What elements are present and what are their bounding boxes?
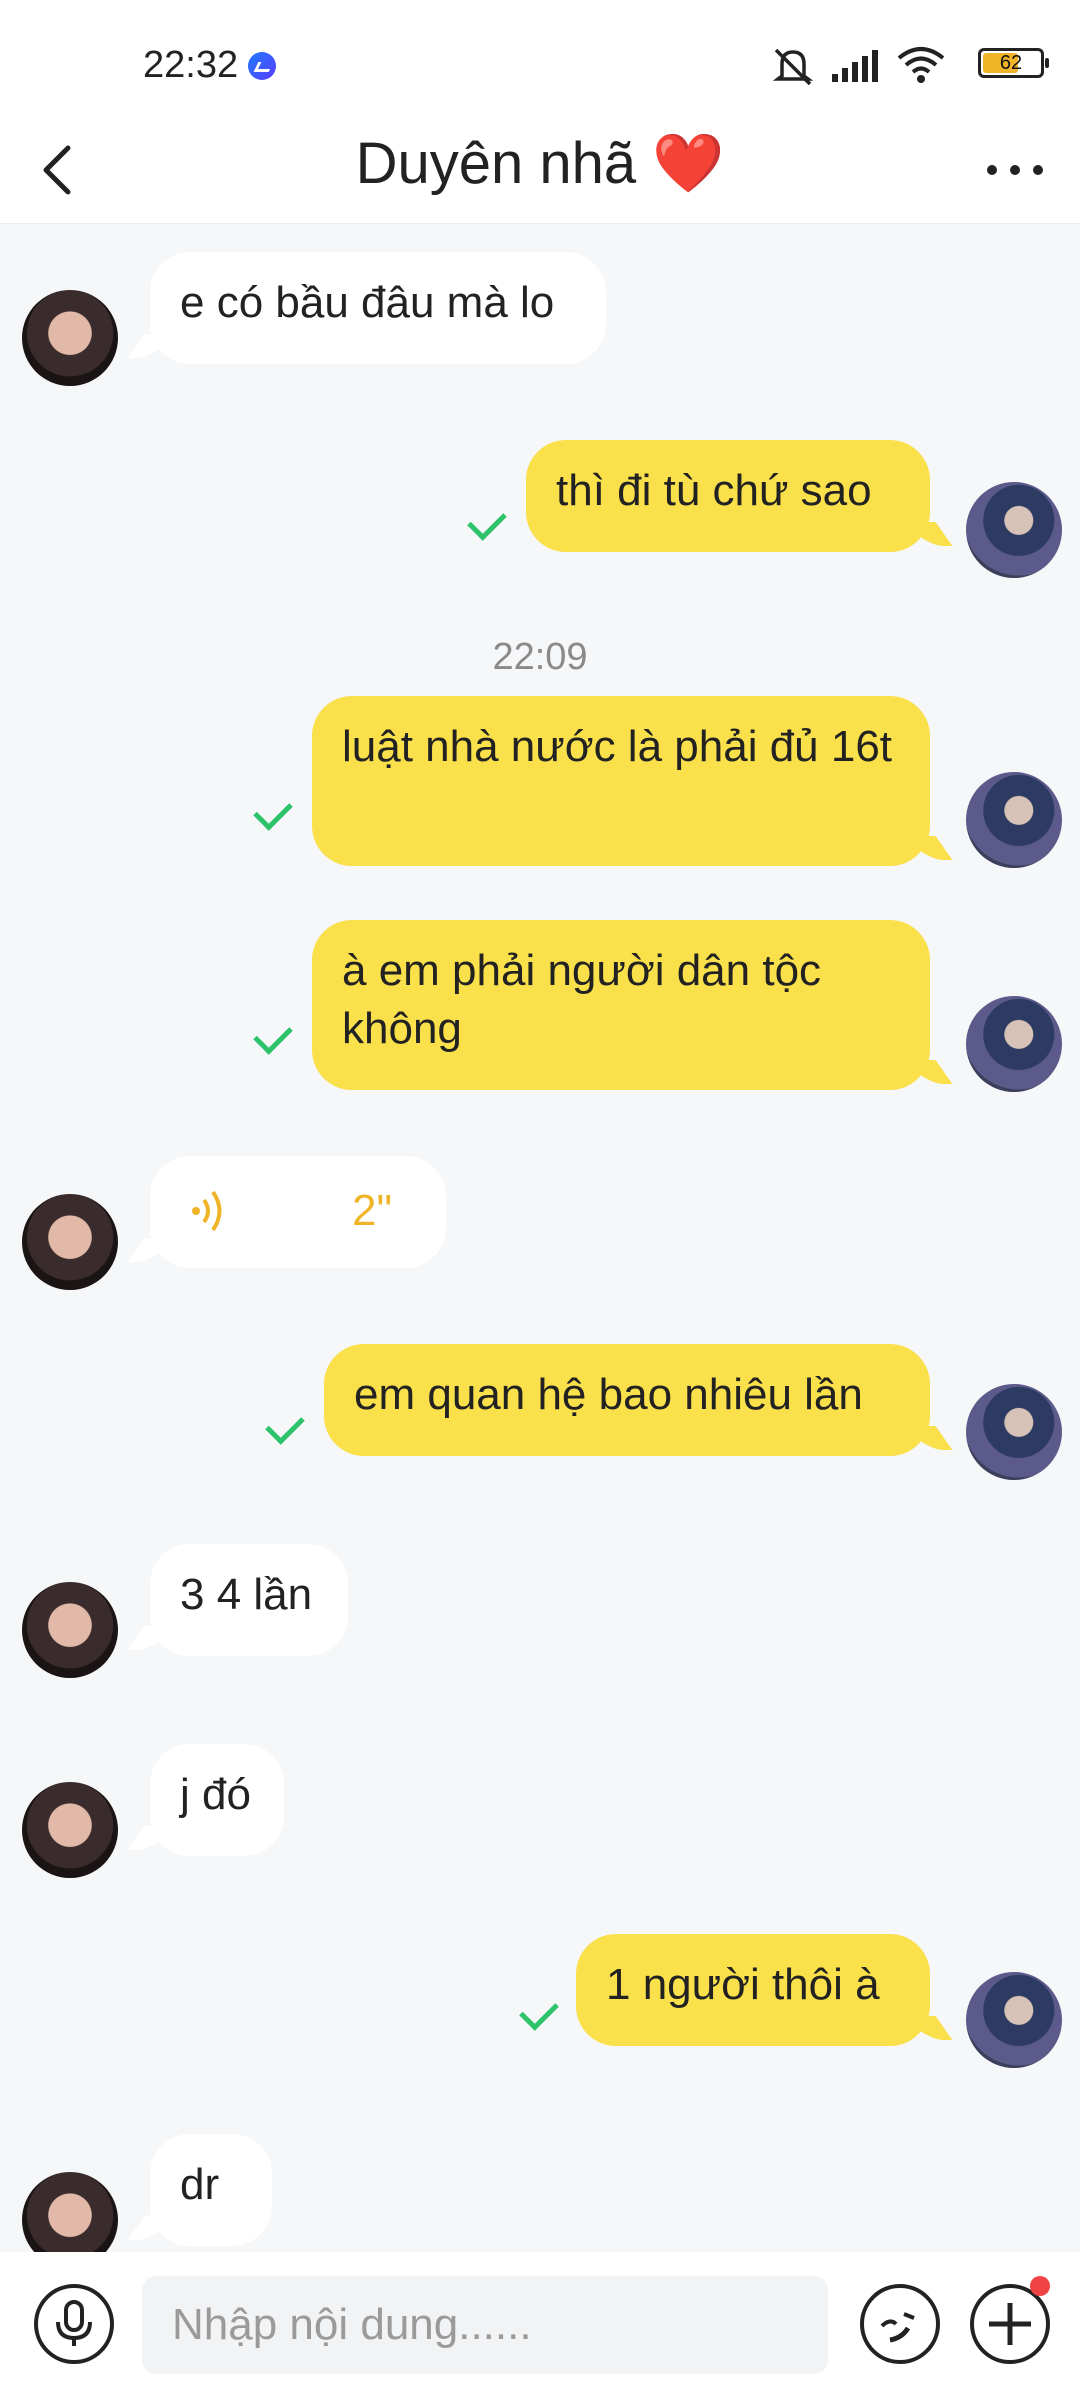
chat-title: Duyên nhã ❤️ bbox=[355, 131, 725, 196]
add-attachment-button[interactable] bbox=[970, 2284, 1050, 2364]
sent-check-icon bbox=[265, 1405, 305, 1445]
wifi-icon bbox=[897, 47, 945, 83]
outgoing-message[interactable]: luật nhà nước là phải đủ 16t bbox=[312, 696, 930, 866]
incoming-message[interactable]: e có bầu đâu mà lo bbox=[150, 252, 606, 364]
contact-avatar[interactable] bbox=[22, 1194, 118, 1290]
mic-button[interactable] bbox=[34, 2284, 114, 2364]
sent-check-icon bbox=[253, 1015, 293, 1055]
contact-avatar[interactable] bbox=[22, 1782, 118, 1878]
more-dots-icon bbox=[987, 165, 1043, 175]
sent-check-icon bbox=[467, 501, 507, 541]
status-time: 22:32 bbox=[143, 44, 239, 86]
microphone-icon bbox=[56, 2300, 92, 2346]
my-avatar[interactable] bbox=[966, 1384, 1062, 1480]
notification-dot bbox=[1030, 2276, 1050, 2296]
my-avatar[interactable] bbox=[966, 996, 1062, 1092]
contact-avatar[interactable] bbox=[22, 1582, 118, 1678]
emoji-icon bbox=[880, 2312, 915, 2343]
my-avatar[interactable] bbox=[966, 1972, 1062, 2068]
my-avatar[interactable] bbox=[966, 482, 1062, 578]
message-input-container[interactable] bbox=[142, 2276, 828, 2374]
mute-icon bbox=[772, 48, 814, 86]
emoji-button[interactable] bbox=[860, 2284, 940, 2364]
voice-message[interactable]: 2" bbox=[150, 1156, 446, 1268]
more-options-button[interactable] bbox=[980, 140, 1050, 200]
outgoing-message[interactable]: à em phải người dân tộc không bbox=[312, 920, 930, 1090]
outgoing-message[interactable]: em quan hệ bao nhiêu lần bbox=[324, 1344, 930, 1456]
sent-check-icon bbox=[253, 791, 293, 831]
outgoing-message[interactable]: 1 người thôi à bbox=[576, 1934, 930, 2046]
message-input[interactable] bbox=[142, 2276, 828, 2374]
contact-avatar[interactable] bbox=[22, 290, 118, 386]
messenger-icon bbox=[248, 52, 276, 80]
outgoing-message[interactable]: thì đi tù chứ sao bbox=[526, 440, 930, 552]
message-list[interactable]: e có bầu đâu mà lo thì đi tù chứ sao 22:… bbox=[0, 224, 1080, 2252]
status-icons: 62 bbox=[760, 42, 1080, 92]
status-bar: 22:32 62 bbox=[0, 0, 1080, 120]
signal-icon bbox=[832, 50, 878, 82]
sent-check-icon bbox=[519, 1991, 559, 2031]
incoming-message[interactable]: 3 4 lần bbox=[150, 1544, 348, 1656]
voice-duration: 2" bbox=[352, 1186, 393, 1235]
contact-avatar[interactable] bbox=[22, 2172, 118, 2252]
battery-level: 62 bbox=[999, 52, 1023, 74]
my-avatar[interactable] bbox=[966, 772, 1062, 868]
incoming-message[interactable]: dr bbox=[150, 2134, 272, 2246]
battery-icon: 62 bbox=[978, 48, 1049, 78]
timestamp: 22:09 bbox=[492, 636, 588, 678]
voice-wave-icon bbox=[192, 1190, 222, 1232]
composer-bar bbox=[0, 2252, 1080, 2400]
chat-header: Duyên nhã ❤️ bbox=[0, 120, 1080, 224]
incoming-message[interactable]: j đó bbox=[150, 1744, 284, 1856]
